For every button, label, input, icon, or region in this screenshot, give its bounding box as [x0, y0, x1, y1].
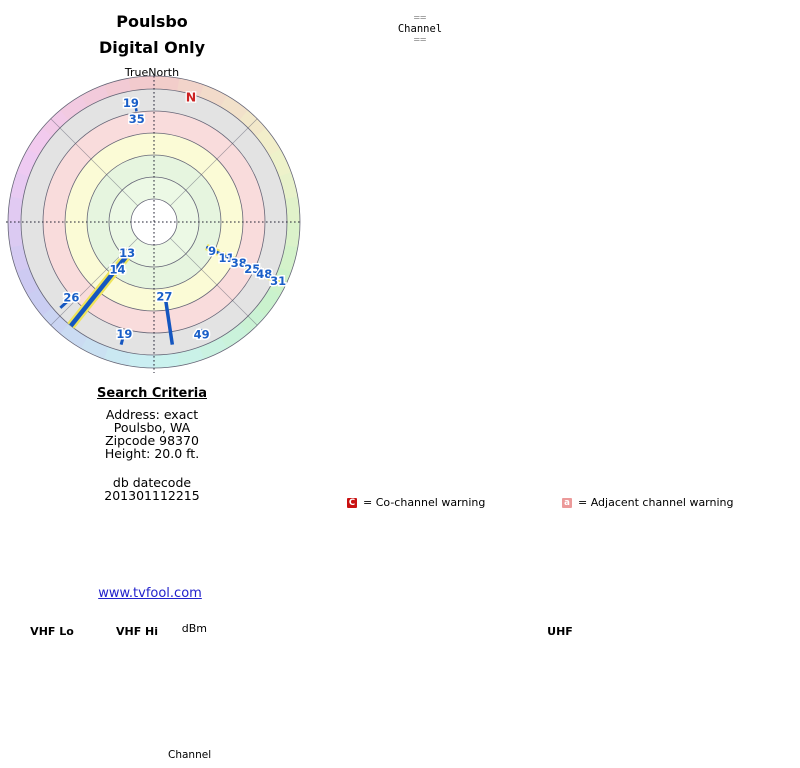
radar-channel-label: 13	[119, 246, 135, 260]
co-channel-flag-icon: C	[347, 497, 357, 508]
band-label-vhf-hi: VHF Hi	[110, 626, 164, 638]
adjacent-channel-flag-icon: a	[562, 497, 572, 508]
legend-co-channel: C = Co-channel warning	[347, 496, 485, 509]
tvfool-report-page: Poulsbo Digital Only TrueNorth 19 35 13 14 2…	[0, 0, 800, 768]
y-axis-unit-label: dBm	[181, 622, 207, 635]
report-mode-title: Digital Only	[98, 38, 206, 57]
search-criteria-heading: Search Criteria	[97, 386, 207, 401]
radar-channel-label: 19	[116, 327, 132, 341]
band-label-vhf-lo: VHF Lo	[25, 626, 79, 638]
magnetic-north-icon: N	[186, 89, 196, 104]
radar-channel-label: 27	[156, 289, 172, 303]
radar-channel-label: 9	[208, 244, 216, 258]
radar-channel-label: 35	[129, 112, 145, 126]
site-link-container: www.tvfool.com	[60, 586, 240, 601]
tvfool-link[interactable]: www.tvfool.com	[98, 586, 202, 601]
co-channel-legend-text: = Co-channel warning	[363, 496, 486, 509]
adjacent-channel-legend-text: = Adjacent channel warning	[578, 496, 734, 509]
row-cells: == Channel ==	[323, 12, 800, 46]
legend-adjacent-channel: a = Adjacent channel warning	[562, 496, 734, 509]
header-group-channel: == Channel ==	[383, 12, 457, 46]
radar-channel-label: 26	[63, 291, 79, 305]
report-location-title: Poulsbo	[116, 12, 188, 31]
table-row: == Channel ==	[299, 12, 800, 46]
search-criteria-lines: Address: exact Poulsbo, WA Zipcode 98370 He…	[62, 408, 242, 460]
header-equals: ==	[413, 34, 427, 47]
station-table: == Channel ==	[299, 12, 800, 46]
radar-channel-label: 31	[270, 274, 286, 288]
x-axis-label: Channel	[168, 749, 212, 761]
band-label-uhf: UHF	[542, 626, 578, 638]
row-flags	[299, 13, 323, 24]
db-datecode-value: 201301112215	[104, 488, 200, 503]
radar-channel-label: 14	[109, 263, 125, 277]
search-criteria-line: Height: 20.0 ft.	[104, 446, 200, 461]
azimuth-radar-plot: 1935131426 2719 4991138254831N	[6, 75, 302, 373]
search-criteria-block: Search Criteria Address: exact Poulsbo, W…	[62, 386, 242, 502]
radar-channel-label: 19	[123, 96, 139, 110]
radar-channel-label: 49	[194, 327, 210, 341]
header-spacer	[323, 13, 383, 24]
signal-strength-chart: VHF Lo VHF Hi UHF dBm Channel	[0, 622, 800, 768]
